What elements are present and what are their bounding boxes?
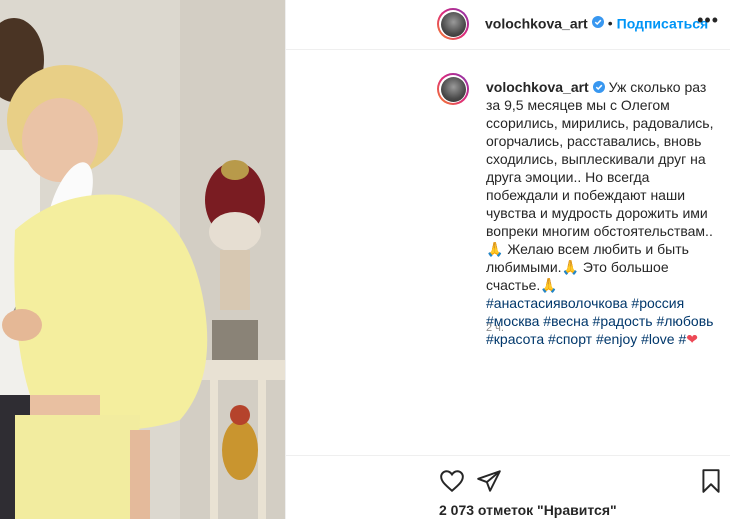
header-separator-dot: • [607, 15, 613, 32]
header-username[interactable]: volochkova_art [485, 15, 588, 31]
post-panel: volochkova_art • Подписаться ••• volochkov… [285, 0, 730, 519]
heart-icon[interactable] [439, 468, 465, 494]
follow-button[interactable]: Подписаться [617, 15, 709, 31]
bookmark-icon[interactable] [698, 468, 724, 494]
post-header: volochkova_art • Подписаться ••• [286, 0, 730, 50]
post-photo-illustration [0, 0, 285, 519]
caption-hashtags[interactable]: #анастасияволочкова #россия #москва #вес… [486, 295, 717, 347]
post-actions: 2 073 отметок "Нравится" [286, 455, 730, 520]
caption-avatar-image [440, 76, 466, 102]
likes-count[interactable]: 2 073 отметок "Нравится" [439, 502, 617, 518]
heart-emoji: ❤ [686, 331, 699, 347]
caption-username[interactable]: volochkova_art [486, 79, 589, 95]
avatar-ring [439, 10, 467, 38]
caption-text: Уж сколько раз за 9,5 месяцев мы с Олего… [486, 79, 718, 293]
verified-badge-icon [591, 16, 604, 28]
avatar-image [440, 11, 466, 37]
post-time-ago[interactable]: 2 ч. [486, 322, 504, 334]
profile-avatar[interactable] [437, 8, 469, 40]
verified-badge-icon [592, 81, 605, 93]
header-user-line: volochkova_art • Подписаться [485, 14, 708, 31]
post-photo[interactable] [0, 0, 285, 519]
more-options-icon[interactable]: ••• [697, 10, 719, 31]
share-icon[interactable] [476, 468, 502, 494]
caption-avatar-ring [439, 75, 467, 103]
caption-avatar[interactable] [437, 73, 469, 105]
post-caption: volochkova_art Уж сколько раз за 9,5 мес… [486, 78, 716, 348]
